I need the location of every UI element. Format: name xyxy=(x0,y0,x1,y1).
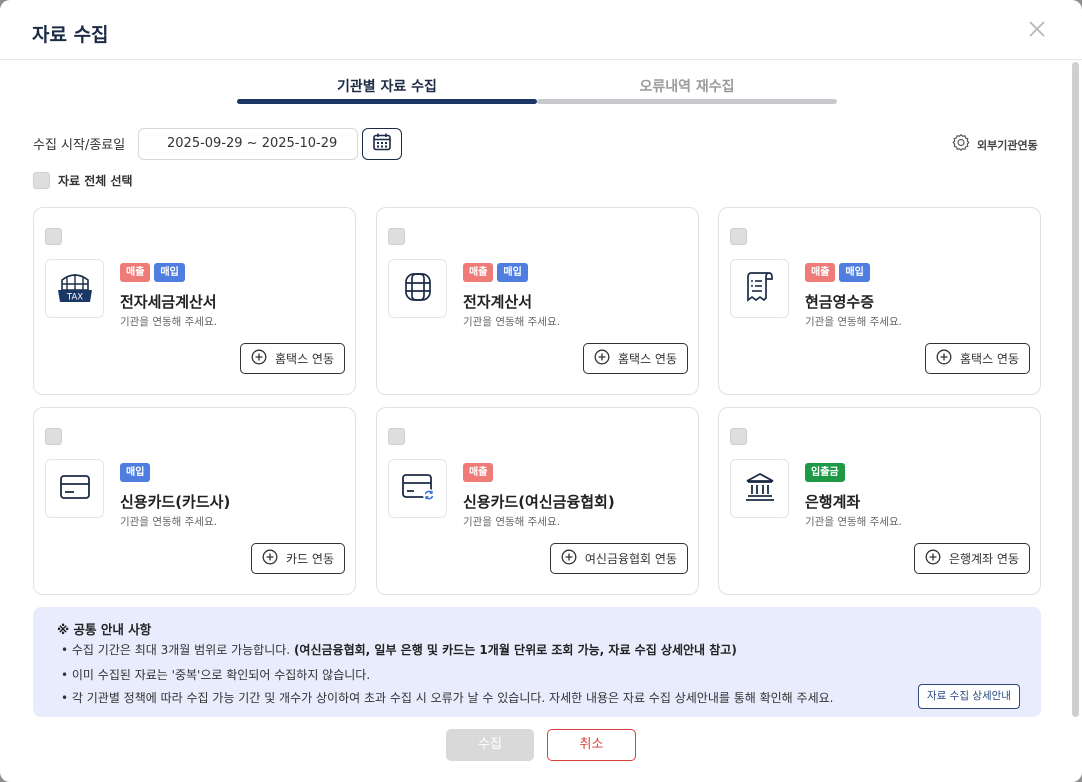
card-bank-account: 입출금 은행계좌 기관을 연동해 주세요. 은행계좌 연동 xyxy=(718,407,1041,595)
select-all-label: 자료 전체 선택 xyxy=(58,174,133,188)
badge-purchase: 매입 xyxy=(497,263,528,282)
gear-icon xyxy=(951,133,971,156)
tax-invoice-icon: TAX xyxy=(54,268,96,310)
tab-bar: 기관별 자료 수집 오류내역 재수집 xyxy=(237,76,837,104)
notice-line: • 수집 기간은 최대 3개월 범위로 가능합니다. (여신금융협회, 일부 은… xyxy=(61,641,737,658)
notice-line-bold: (여신금융협회, 일부 은행 및 카드는 1개월 단위로 조회 가능, 자료 수… xyxy=(293,643,737,657)
plus-circle-icon xyxy=(936,349,952,368)
badge-purchase: 매입 xyxy=(154,263,185,282)
bank-connect-button[interactable]: 은행계좌 연동 xyxy=(913,543,1030,574)
data-collection-modal: 자료 수집 기관별 자료 수집 오류내역 재수집 수집 시작/종료일 2025-… xyxy=(0,0,1082,782)
invoice-stack-icon xyxy=(399,268,437,310)
tab-indicator-active xyxy=(237,99,537,104)
external-agency-label: 외부기관연동 xyxy=(977,138,1038,152)
connect-label: 홈택스 연동 xyxy=(959,352,1019,366)
svg-text:TAX: TAX xyxy=(65,292,82,302)
modal-title: 자료 수집 xyxy=(32,24,109,46)
card-sync-icon xyxy=(399,471,437,507)
receipt-icon xyxy=(742,268,778,310)
calendar-button[interactable] xyxy=(362,128,402,160)
plus-circle-icon xyxy=(251,349,267,368)
card-subtitle: 기관을 연동해 주세요. xyxy=(463,516,560,528)
card-title: 전자계산서 xyxy=(463,293,533,311)
notice-title: ※ 공통 안내 사항 xyxy=(57,622,152,637)
card-title: 신용카드(여신금융협회) xyxy=(463,493,615,511)
badge-purchase: 매입 xyxy=(839,263,870,282)
card-subtitle: 기관을 연동해 주세요. xyxy=(805,316,902,328)
card-checkbox[interactable] xyxy=(730,428,747,445)
date-range-input[interactable]: 2025-09-29 ~ 2025-10-29 xyxy=(138,128,358,160)
badge-sales: 매출 xyxy=(463,263,494,282)
badge-sales: 매출 xyxy=(463,463,494,482)
card-connect-button[interactable]: 카드 연동 xyxy=(251,543,345,574)
connect-label: 여신금융협회 연동 xyxy=(584,552,677,566)
collection-detail-button[interactable]: 자료 수집 상세안내 xyxy=(918,684,1020,709)
card-checkbox[interactable] xyxy=(730,228,747,245)
badge-deposit-withdrawal: 입출금 xyxy=(805,463,845,482)
bank-icon xyxy=(742,470,778,508)
card-checkbox[interactable] xyxy=(388,428,405,445)
hometax-connect-button[interactable]: 홈택스 연동 xyxy=(239,343,345,374)
select-all-checkbox[interactable] xyxy=(33,172,50,189)
connect-label: 홈택스 연동 xyxy=(274,352,334,366)
badge-sales: 매출 xyxy=(805,263,836,282)
tab-indicator-inactive xyxy=(537,99,837,104)
card-title: 현금영수증 xyxy=(805,293,875,311)
card-checkbox[interactable] xyxy=(45,228,62,245)
card-checkbox[interactable] xyxy=(388,228,405,245)
notice-line: • 이미 수집된 자료는 '중복'으로 확인되어 수집하지 않습니다. xyxy=(61,668,371,682)
card-credit-card-company: 매입 신용카드(카드사) 기관을 연동해 주세요. 카드 연동 xyxy=(33,407,356,595)
card-subtitle: 기관을 연동해 주세요. xyxy=(805,516,902,528)
badge-purchase: 매입 xyxy=(120,463,151,482)
card-title: 전자세금계산서 xyxy=(120,293,217,311)
scrollbar[interactable] xyxy=(1072,62,1079,717)
card-cash-receipt: 매출 매입 현금영수증 기관을 연동해 주세요. 홈택스 연동 xyxy=(718,207,1041,395)
finance-association-connect-button[interactable]: 여신금융협회 연동 xyxy=(549,543,688,574)
card-e-invoice: 매출 매입 전자계산서 기관을 연동해 주세요. 홈택스 연동 xyxy=(376,207,699,395)
modal-header: 자료 수집 xyxy=(0,0,1082,60)
external-agency-link[interactable]: 외부기관연동 xyxy=(951,133,1038,156)
card-subtitle: 기관을 연동해 주세요. xyxy=(463,316,560,328)
plus-circle-icon xyxy=(561,549,577,568)
plus-circle-icon xyxy=(594,349,610,368)
credit-card-icon xyxy=(57,472,93,506)
card-title: 은행계좌 xyxy=(805,493,861,511)
badge-sales: 매출 xyxy=(120,263,151,282)
card-subtitle: 기관을 연동해 주세요. xyxy=(120,316,217,328)
hometax-connect-button[interactable]: 홈택스 연동 xyxy=(582,343,688,374)
calendar-icon xyxy=(372,132,392,156)
common-notice: ※ 공통 안내 사항 • 수집 기간은 최대 3개월 범위로 가능합니다. (여… xyxy=(33,607,1041,717)
plus-circle-icon xyxy=(262,549,278,568)
card-title: 신용카드(카드사) xyxy=(120,493,231,511)
close-icon[interactable] xyxy=(1026,18,1048,40)
hometax-connect-button[interactable]: 홈택스 연동 xyxy=(924,343,1030,374)
card-subtitle: 기관을 연동해 주세요. xyxy=(120,516,217,528)
card-checkbox[interactable] xyxy=(45,428,62,445)
collect-button[interactable]: 수집 xyxy=(446,729,534,761)
plus-circle-icon xyxy=(925,549,941,568)
tab-agency-collection[interactable]: 기관별 자료 수집 xyxy=(237,76,537,96)
connect-label: 카드 연동 xyxy=(286,552,334,566)
tab-error-recollection[interactable]: 오류내역 재수집 xyxy=(537,76,837,96)
card-e-tax-invoice: TAX 매출 매입 전자세금계산서 기관을 연동해 주세요. 홈택스 연동 xyxy=(33,207,356,395)
connect-label: 은행계좌 연동 xyxy=(948,552,1019,566)
notice-line: • 각 기관별 정책에 따라 수집 가능 기간 및 개수가 상이하여 초과 수집… xyxy=(61,691,834,705)
notice-line-text: • 수집 기간은 최대 3개월 범위로 가능합니다. xyxy=(61,643,291,657)
date-range-label: 수집 시작/종료일 xyxy=(33,138,126,153)
card-credit-finance-association: 매출 신용카드(여신금융협회) 기관을 연동해 주세요. 여신금융협회 연동 xyxy=(376,407,699,595)
connect-label: 홈택스 연동 xyxy=(617,352,677,366)
select-all: 자료 전체 선택 xyxy=(33,172,133,189)
cancel-button[interactable]: 취소 xyxy=(547,729,636,761)
